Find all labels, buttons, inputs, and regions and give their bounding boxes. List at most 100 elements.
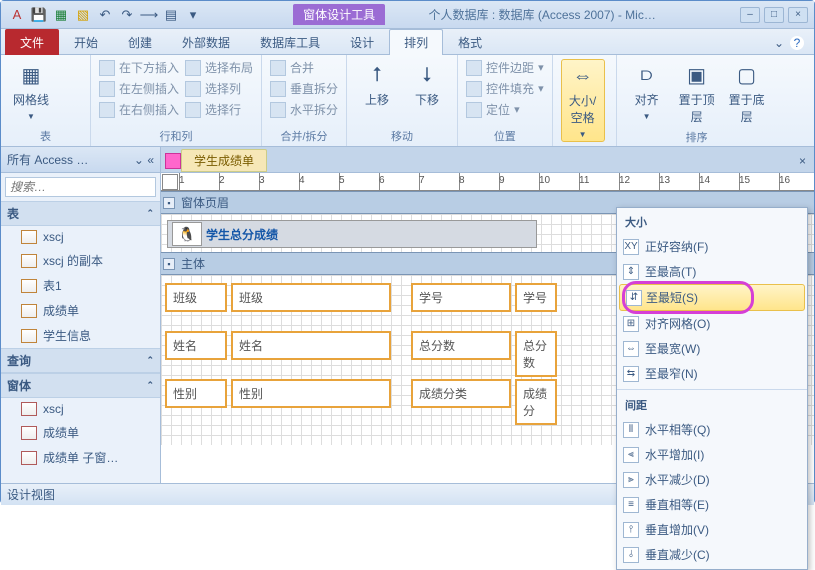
label-control[interactable]: 姓名 [165, 331, 227, 360]
help-icon[interactable]: ? [790, 36, 804, 50]
collapse-icon[interactable]: « [147, 153, 154, 167]
menu-item-hdec[interactable]: ⫸水平减少(D) [617, 467, 807, 492]
grid-icon: ⊞ [623, 316, 639, 332]
document-tab[interactable]: 学生成绩单 [181, 149, 267, 172]
send-back-button[interactable]: ▢置于底层 [725, 59, 769, 127]
menu-heading: 大小 [617, 210, 807, 234]
tab-dbtools[interactable]: 数据库工具 [245, 29, 335, 55]
nav-item[interactable]: xscj 的副本 [1, 248, 160, 273]
tab-arrange[interactable]: 排列 [389, 29, 443, 55]
move-down-button[interactable]: ⭣下移 [405, 59, 449, 110]
menu-item-vinc[interactable]: ⫯垂直增加(V) [617, 517, 807, 542]
textbox-control[interactable]: 性别 [231, 379, 391, 408]
excel-icon[interactable]: ▦ [51, 5, 71, 25]
menu-item-vequal[interactable]: ≡垂直相等(E) [617, 492, 807, 517]
tab-file[interactable]: 文件 [5, 29, 59, 55]
status-text: 设计视图 [7, 486, 55, 503]
label-control[interactable]: 性别 [165, 379, 227, 408]
menu-item-togrid[interactable]: ⊞对齐网格(O) [617, 311, 807, 336]
bring-front-button[interactable]: ▣置于顶层 [675, 59, 719, 127]
search-input[interactable] [5, 177, 156, 197]
minimize-button[interactable]: – [740, 7, 760, 23]
nav-item[interactable]: 学生信息 [1, 323, 160, 348]
menu-item-hinc[interactable]: ⫷水平增加(I) [617, 442, 807, 467]
redo-icon[interactable]: ↷ [117, 5, 137, 25]
insert-left-button[interactable]: 在左侧插入 [99, 80, 179, 97]
textbox-control[interactable]: 成绩分 [515, 379, 557, 425]
app-icon[interactable]: A [7, 5, 27, 25]
nav-item[interactable]: xscj [1, 226, 160, 248]
undo-icon[interactable]: ↶ [95, 5, 115, 25]
tools-icon[interactable]: ▧ [73, 5, 93, 25]
menu-item-narrowest[interactable]: ⇆至最窄(N) [617, 361, 807, 386]
select-row-button[interactable]: 选择行 [185, 101, 253, 118]
table-icon [21, 304, 37, 318]
ruler-corner[interactable] [162, 174, 178, 190]
menu-heading: 间距 [617, 393, 807, 417]
label-control[interactable]: 班级 [165, 283, 227, 312]
insert-below-button[interactable]: 在下方插入 [99, 59, 179, 76]
form-title-label[interactable]: 🐧学生总分成绩 [167, 220, 537, 248]
group-label: 位置 [466, 126, 544, 146]
tab-create[interactable]: 创建 [113, 29, 167, 55]
split-icon [270, 102, 286, 118]
app-title: 个人数据库 : 数据库 (Access 2007) - Mic… [428, 8, 655, 22]
table-icon[interactable]: ▤ [161, 5, 181, 25]
close-document-button[interactable]: × [791, 154, 814, 168]
section-selector[interactable]: ▪ [163, 197, 175, 209]
form-icon [21, 402, 37, 416]
close-button[interactable]: × [788, 7, 808, 23]
menu-item-widest[interactable]: ⇔至最宽(W) [617, 336, 807, 361]
textbox-control[interactable]: 总分数 [515, 331, 557, 377]
row-icon [99, 60, 115, 76]
nav-group-tables[interactable]: 表⌃ [1, 201, 160, 226]
nav-item[interactable]: 成绩单 [1, 298, 160, 323]
export-icon[interactable]: ⟶ [139, 5, 159, 25]
label-control[interactable]: 成绩分类 [411, 379, 511, 408]
textbox-control[interactable]: 姓名 [231, 331, 391, 360]
tab-design[interactable]: 设计 [335, 29, 389, 55]
merge-button[interactable]: 合并 [270, 59, 338, 76]
menu-item-hequal[interactable]: ⫴水平相等(Q) [617, 417, 807, 442]
align-button[interactable]: ⫐对齐▼ [625, 59, 669, 123]
select-col-button[interactable]: 选择列 [185, 80, 253, 97]
menu-item-vdec[interactable]: ⫰垂直减少(C) [617, 542, 807, 567]
gridlines-button[interactable]: ▦网格线▼ [9, 59, 53, 123]
tab-external[interactable]: 外部数据 [167, 29, 245, 55]
insert-right-button[interactable]: 在右侧插入 [99, 101, 179, 118]
maximize-button[interactable]: □ [764, 7, 784, 23]
label-control[interactable]: 学号 [411, 283, 511, 312]
nav-item[interactable]: 成绩单 子窗… [1, 445, 160, 470]
menu-item-tallest[interactable]: ⇕至最高(T) [617, 259, 807, 284]
qat-more-icon[interactable]: ▾ [183, 5, 203, 25]
nav-item[interactable]: xscj [1, 398, 160, 420]
size-space-button[interactable]: ⇔大小/空格▼ [561, 59, 605, 142]
section-selector[interactable]: ▪ [163, 258, 175, 270]
menu-item-fit[interactable]: XY正好容纳(F) [617, 234, 807, 259]
nav-item[interactable]: 表1 [1, 273, 160, 298]
tab-home[interactable]: 开始 [59, 29, 113, 55]
margins-button[interactable]: 控件边距 ▾ [466, 59, 544, 76]
textbox-control[interactable]: 学号 [515, 283, 557, 312]
menu-item-shortest[interactable]: ⇵至最短(S) [619, 284, 805, 311]
sel-icon [185, 102, 201, 118]
padding-button[interactable]: 控件填充 ▾ [466, 80, 544, 97]
hdec-icon: ⫸ [623, 472, 639, 488]
move-up-button[interactable]: ⭡上移 [355, 59, 399, 110]
minimize-ribbon-icon[interactable]: ⌄ [774, 36, 784, 50]
label-control[interactable]: 总分数 [411, 331, 511, 360]
ribbon-group-merge: 合并 垂直拆分 水平拆分 合并/拆分 [262, 55, 347, 146]
tab-format[interactable]: 格式 [443, 29, 497, 55]
front-icon: ▣ [681, 61, 713, 89]
save-icon[interactable]: 💾 [29, 5, 49, 25]
nav-item[interactable]: 成绩单 [1, 420, 160, 445]
select-layout-button[interactable]: 选择布局 [185, 59, 253, 76]
vsplit-button[interactable]: 垂直拆分 [270, 80, 338, 97]
anchor-button[interactable]: 定位 ▾ [466, 101, 544, 118]
nav-group-queries[interactable]: 查询⌃ [1, 348, 160, 373]
col-icon [99, 81, 115, 97]
hsplit-button[interactable]: 水平拆分 [270, 101, 338, 118]
textbox-control[interactable]: 班级 [231, 283, 391, 312]
nav-header[interactable]: 所有 Access …⌄ « [1, 147, 160, 173]
nav-group-forms[interactable]: 窗体⌃ [1, 373, 160, 398]
